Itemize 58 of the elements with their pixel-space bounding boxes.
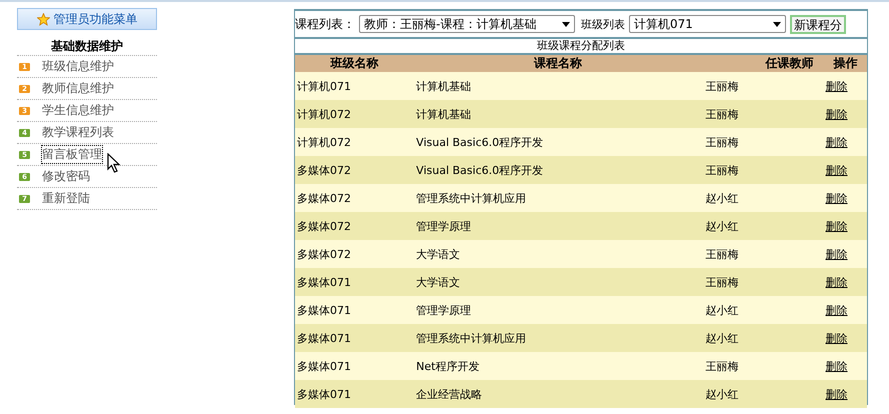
table-cell: 多媒体072 [295,240,412,268]
menu-item[interactable]: 教学课程列表 [42,124,114,141]
table-cell: 王丽梅 [703,72,824,100]
menu-item[interactable]: 教师信息维护 [42,80,114,97]
table-cell: 王丽梅 [703,352,824,380]
column-header: 课程名称 [412,55,704,72]
table-cell: 多媒体071 [295,380,412,408]
menu-item[interactable]: 班级信息维护 [42,58,114,75]
menu-item[interactable]: 重新登陆 [42,190,90,207]
table-cell: 大学语文 [412,268,704,296]
table-cell: 赵小红 [703,296,824,324]
course-list-label: 课程列表： [295,16,355,32]
table-cell: 管理学原理 [412,296,704,324]
class-dropdown[interactable]: 计算机071 [629,15,786,33]
table-cell: 王丽梅 [703,156,824,184]
table-cell: 计算机基础 [412,72,704,100]
table-cell: Visual Basic6.0程序开发 [412,156,704,184]
table-cell: Visual Basic6.0程序开发 [412,128,704,156]
caret-icon [773,22,781,26]
table-cell: 王丽梅 [703,240,824,268]
class-list-label: 班级列表 [581,16,625,32]
menu-title: 管理员功能菜单 [54,10,138,28]
table-cell: 大学语文 [412,240,704,268]
menu-item[interactable]: 留言板管理 [42,146,102,163]
table-cell: 多媒体071 [295,352,412,380]
table-cell: 王丽梅 [703,100,824,128]
table-cell: 赵小红 [703,324,824,352]
cursor-icon [107,153,121,173]
table-cell: 计算机072 [295,128,412,156]
table-cell: 王丽梅 [703,128,824,156]
menu-item[interactable]: 学生信息维护 [42,102,114,119]
table-cell: 管理系统中计算机应用 [412,184,704,212]
table-cell: 多媒体072 [295,184,412,212]
table-cell: 计算机072 [295,100,412,128]
section-heading: 基础数据维护 [51,39,123,53]
table-cell: 赵小红 [703,212,824,240]
menu-item[interactable]: 修改密码 [42,168,90,185]
table-cell: 企业经营战略 [412,380,704,408]
table-cell: 计算机071 [295,72,412,100]
table-cell: 计算机基础 [412,100,704,128]
caret-icon [562,22,570,26]
table-cell: 多媒体072 [295,156,412,184]
table-cell: 多媒体071 [295,324,412,352]
table-cell: 多媒体072 [295,212,412,240]
star-icon [36,12,50,26]
table-cell: Net程序开发 [412,352,704,380]
course-dropdown[interactable]: 教师：王丽梅-课程：计算机基础 [359,15,575,33]
table-cell: 赵小红 [703,380,824,408]
table-cell: 赵小红 [703,184,824,212]
column-header: 班级名称 [295,55,412,72]
column-header: 任课教师 [703,55,824,72]
table-cell: 多媒体071 [295,296,412,324]
table-cell: 管理学原理 [412,212,704,240]
column-header: 操作 [824,55,867,72]
table-cell: 王丽梅 [703,268,824,296]
new-assignment-button[interactable]: 新课程分 [790,14,846,34]
table-cell: 管理系统中计算机应用 [412,324,704,352]
table-cell: 多媒体071 [295,268,412,296]
